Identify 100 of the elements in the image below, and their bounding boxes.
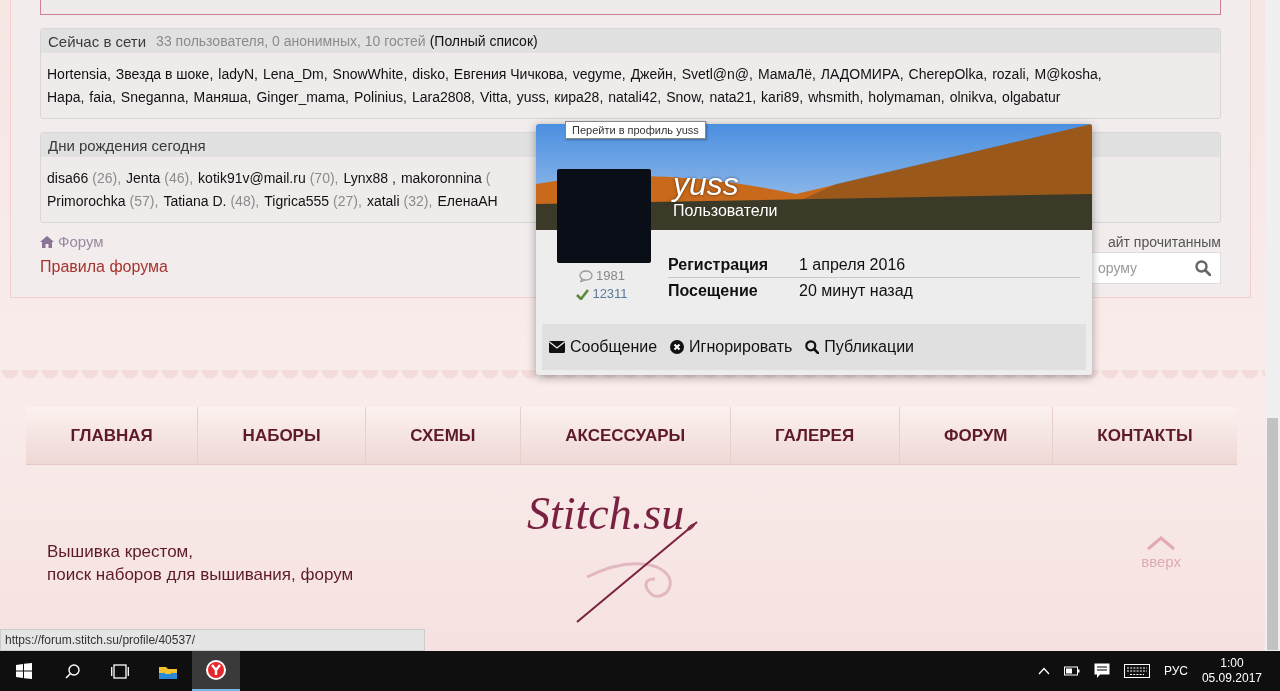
clock-date[interactable]: 05.09.2017 (1201, 671, 1262, 686)
user-link[interactable]: кира28, (554, 86, 604, 109)
profile-action-link[interactable]: Игнорировать (670, 338, 793, 356)
user-link[interactable]: disko, (412, 63, 449, 86)
user-link[interactable]: Ginger_mama, (256, 86, 349, 109)
user-link[interactable]: Lena_Dm, (263, 63, 328, 86)
rules-link[interactable]: Правила форума (40, 258, 168, 276)
nav-link[interactable]: ФОРУМ (899, 407, 1053, 464)
battery-icon (1063, 666, 1080, 676)
user-link[interactable]: makoronnina (400, 167, 482, 190)
user-link[interactable]: Tigrica555 (264, 190, 330, 213)
user-link[interactable]: whsmith, (808, 86, 864, 109)
user-link[interactable]: yuss, (516, 86, 550, 109)
user-age: (57), (129, 192, 159, 211)
message-count: 1981 (596, 267, 625, 285)
browser-icon (206, 660, 226, 680)
user-link[interactable]: Lara2808, (411, 86, 475, 109)
user-group: Пользователи (673, 202, 778, 220)
nav-link[interactable]: СХЕМЫ (366, 407, 521, 464)
nav-link[interactable]: ГЛАВНАЯ (26, 407, 199, 464)
envelope-icon (549, 341, 565, 353)
search-icon (1195, 260, 1211, 276)
site-logo[interactable]: Stitch.su (527, 487, 685, 540)
user-age: (70), (309, 169, 339, 188)
user-link[interactable]: МамаЛё, (757, 63, 816, 86)
user-age: (32), (403, 192, 433, 211)
language-indicator[interactable]: РУС (1163, 664, 1188, 678)
user-link[interactable]: Svetl@n@, (681, 63, 753, 86)
user-link[interactable]: Jenta (126, 167, 161, 190)
keyboard-icon (1123, 664, 1150, 678)
up-label: вверх (1141, 553, 1181, 570)
info-value: 20 минут назад (799, 282, 913, 300)
user-link[interactable]: Primorochka (47, 190, 126, 213)
user-age: ( (485, 169, 491, 188)
user-link[interactable]: Hapa, (47, 86, 85, 109)
info-label: Посещение (668, 282, 759, 300)
user-link[interactable]: Lynx88 , (343, 167, 396, 190)
user-link[interactable]: Звезда в шоке, (115, 63, 214, 86)
nav-link[interactable]: ГАЛЕРЕЯ (730, 407, 900, 464)
user-age: (46), (164, 169, 194, 188)
user-link[interactable]: natali42, (608, 86, 662, 109)
user-link[interactable]: ladyN, (218, 63, 258, 86)
user-link[interactable]: faia, (89, 86, 116, 109)
search-icon (805, 340, 820, 354)
x-circle-icon (670, 340, 685, 354)
user-link[interactable]: disa66 (47, 167, 89, 190)
user-link[interactable]: SnowWhite, (332, 63, 408, 86)
user-link[interactable]: kari89, (761, 86, 804, 109)
checkmark-icon (576, 288, 590, 300)
user-link[interactable]: CherepOlka, (908, 63, 988, 86)
status-bar-url: https://forum.stitch.su/profile/40537/ (0, 629, 425, 651)
chevron-up-icon (1146, 535, 1177, 551)
profile-action-link[interactable]: Сообщение (549, 338, 658, 356)
browser-button[interactable] (192, 651, 240, 691)
user-link[interactable]: holymaman, (868, 86, 945, 109)
user-link[interactable]: Джейн, (630, 63, 677, 86)
user-link[interactable]: Polinius, (354, 86, 407, 109)
start-icon (16, 663, 32, 679)
user-link[interactable]: M@kosha, (1034, 63, 1102, 86)
chevron-up-icon (1037, 667, 1050, 675)
user-age: (27), (333, 192, 362, 211)
search-field[interactable]: оруму (1091, 252, 1221, 284)
info-label: Регистрация (668, 255, 770, 274)
user-link[interactable]: olnikva, (949, 86, 998, 109)
user-link[interactable]: nata21, (709, 86, 757, 109)
user-link[interactable]: kotik91v@mail.ru (198, 167, 306, 190)
user-link[interactable]: Vitta, (479, 86, 512, 109)
scrollbar[interactable] (1265, 0, 1280, 651)
user-link[interactable]: ЕленаАН (437, 190, 498, 213)
user-link[interactable]: rozali, (992, 63, 1030, 86)
user-link[interactable]: Tatiana D. (163, 190, 227, 213)
block-title: Сейчас в сети (48, 32, 147, 50)
nav-link[interactable]: АКСЕССУАРЫ (520, 407, 731, 464)
mark-read-link[interactable]: айт прочитанным (1107, 233, 1221, 250)
full-list-link[interactable]: (Полный список) (429, 33, 538, 49)
speech-bubble-icon (579, 270, 594, 282)
user-link[interactable]: ЛАДОМИРА, (820, 63, 904, 86)
user-link[interactable]: Евгения Чичкова, (453, 63, 568, 86)
info-value: 1 апреля 2016 (799, 255, 906, 274)
reputation-count: 12311 (592, 285, 628, 303)
user-link[interactable]: xatali (366, 190, 400, 213)
user-link[interactable]: vegyme, (572, 63, 626, 86)
user-link[interactable]: Hortensia, (47, 63, 111, 86)
home-icon (40, 235, 54, 248)
user-link[interactable]: Маняша, (193, 86, 252, 109)
nav-link[interactable]: КОНТАКТЫ (1052, 407, 1237, 464)
user-link[interactable]: olgabatur (1002, 86, 1061, 109)
user-age: (48), (230, 192, 260, 211)
notification-icon (1093, 663, 1110, 679)
nav-link[interactable]: НАБОРЫ (198, 407, 366, 464)
user-link[interactable]: Sneganna, (120, 86, 189, 109)
profile-action-link[interactable]: Публикации (805, 338, 914, 356)
user-link[interactable]: Snow, (666, 86, 705, 109)
tooltip: Перейти в профиль yuss (565, 121, 706, 139)
task-view-icon (111, 663, 129, 679)
user-age: (26), (92, 169, 122, 188)
site-tagline: Вышивка крестом, поиск наборов для вышивания, форум (47, 541, 355, 586)
search-icon (64, 663, 80, 679)
clock-time[interactable]: 1:00 (1220, 656, 1244, 671)
online-summary: 33 пользователя, 0 анонимных, 10 гостей (156, 33, 426, 49)
